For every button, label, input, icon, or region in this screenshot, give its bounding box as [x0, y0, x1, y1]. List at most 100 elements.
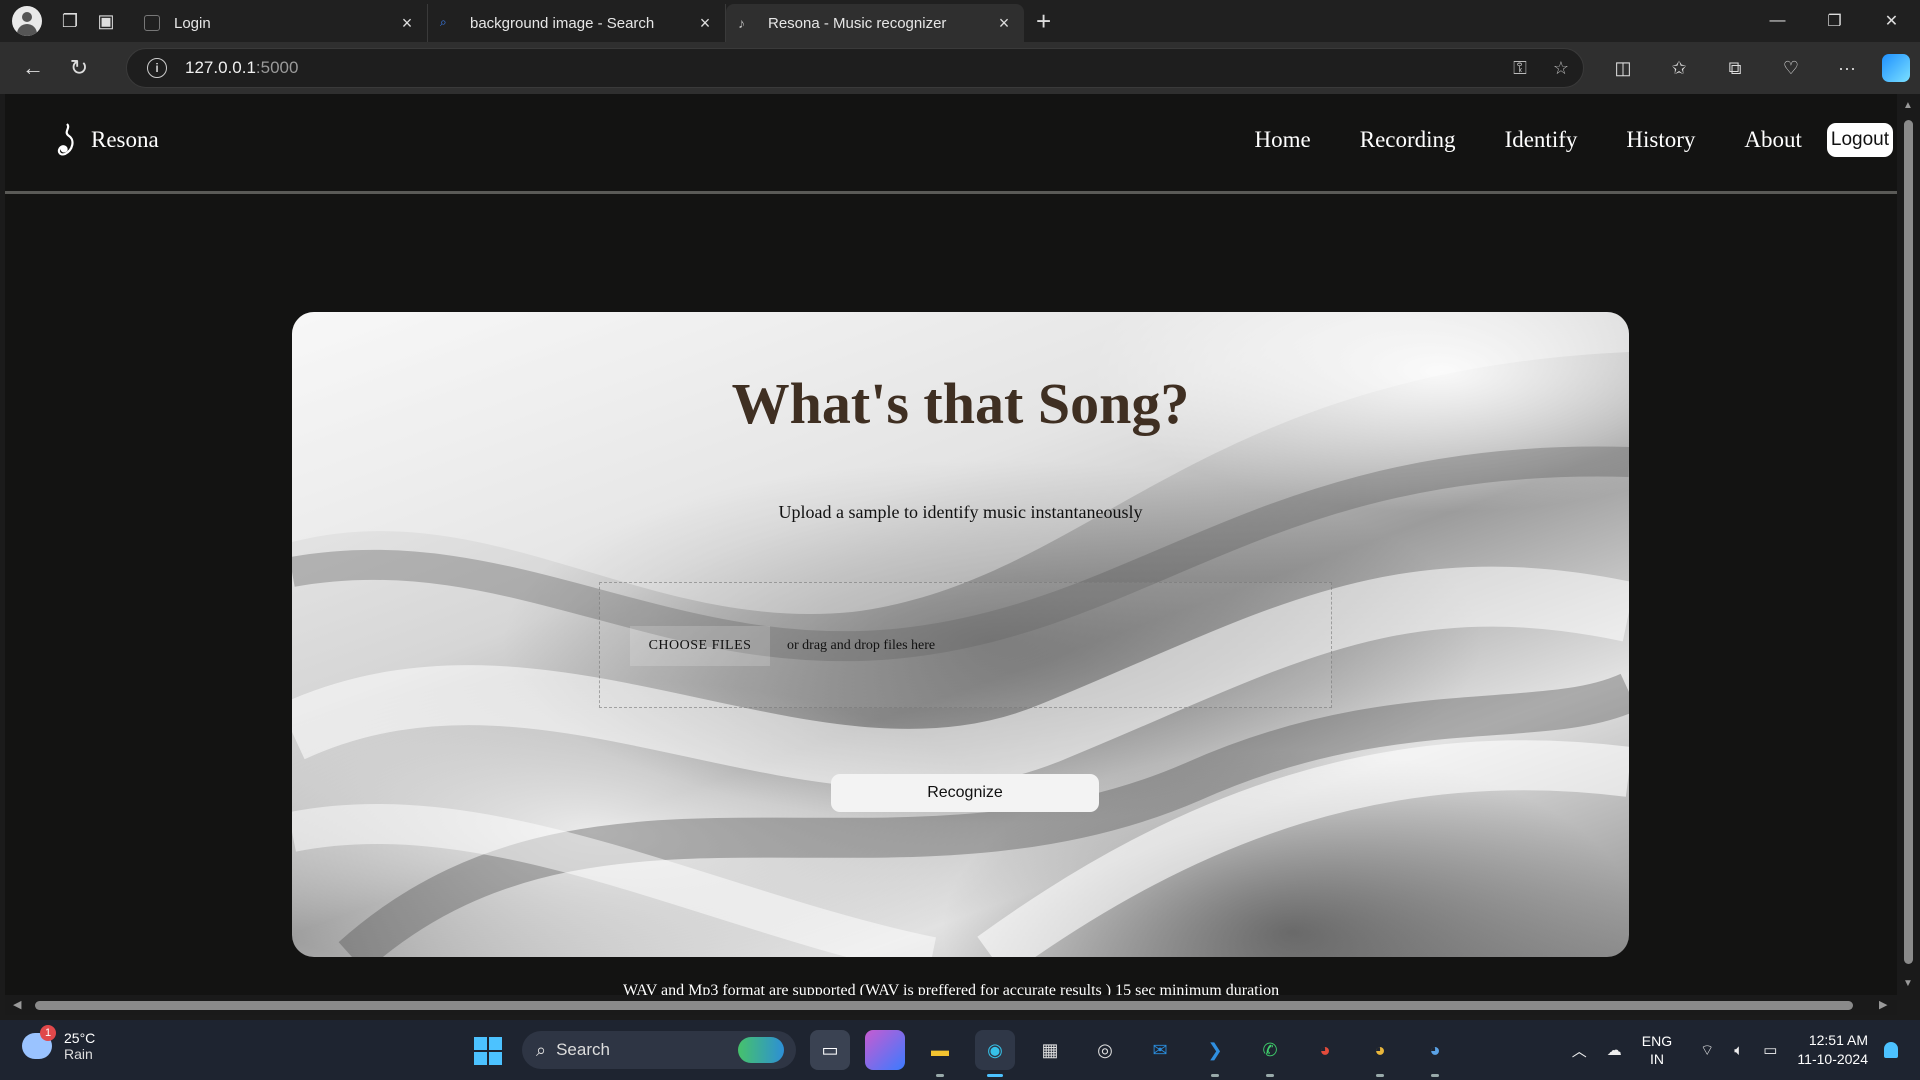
vscode-icon[interactable]: ❯ [1195, 1030, 1235, 1077]
address-bar[interactable]: i 127.0.0.1:5000 ⚿ ☆ [126, 48, 1584, 88]
minimize-icon[interactable]: — [1749, 0, 1806, 42]
scroll-down-icon[interactable]: ▼ [1903, 978, 1913, 989]
site-info-icon[interactable]: i [147, 58, 167, 78]
browser-essentials-icon[interactable]: ♡ [1770, 48, 1812, 88]
back-icon[interactable]: ← [10, 48, 56, 88]
outlook-icon[interactable]: ✉ [1140, 1030, 1180, 1070]
logout-button[interactable]: Logout [1826, 123, 1893, 157]
clock-time: 12:51 AM [1808, 1032, 1868, 1048]
microsoft-store-icon[interactable]: ▦ [1030, 1030, 1070, 1070]
wifi-icon[interactable]: ⌔ [1700, 1041, 1714, 1060]
collections-icon[interactable]: ⧉ [1714, 48, 1756, 88]
nav-history[interactable]: History [1626, 127, 1695, 153]
url-text[interactable]: 127.0.0.1:5000 [185, 58, 298, 78]
whatsapp-icon[interactable]: ✆ [1250, 1030, 1290, 1077]
scroll-up-icon[interactable]: ▲ [1903, 100, 1913, 111]
nav-identify[interactable]: Identify [1505, 127, 1578, 153]
pinned-apps: ▭ ▬ ◉ ▦ ◎ ✉ ❯ ✆ ◕ ◕ ◕ [810, 1030, 1455, 1077]
chrome-profile-d-icon[interactable]: ◕ [1360, 1030, 1400, 1077]
search-label: Search [556, 1040, 610, 1059]
close-window-icon[interactable]: ✕ [1863, 0, 1920, 42]
scroll-right-icon[interactable]: ▶ [1879, 998, 1887, 1011]
tab-title: background image - Search [470, 14, 655, 32]
weather-rain-icon: 1 [22, 1025, 56, 1059]
new-tab-button[interactable]: + [1036, 6, 1051, 37]
refresh-icon[interactable]: ↻ [56, 48, 102, 88]
restore-icon[interactable]: ❐ [1806, 0, 1863, 42]
region-code: IN [1649, 1051, 1664, 1067]
horizontal-scrollbar[interactable]: ◀ ▶ [5, 995, 1897, 1015]
volume-icon[interactable]: 🔈︎ [1734, 1042, 1743, 1059]
clock-date: 11-10-2024 [1797, 1051, 1868, 1067]
chevron-up-icon[interactable]: ︿ [1572, 1040, 1587, 1061]
page-subtitle: Upload a sample to identify music instan… [778, 502, 1143, 522]
favorite-star-icon[interactable]: ☆ [1553, 58, 1569, 79]
window-controls: — ❐ ✕ [1749, 0, 1920, 42]
search-highlight-icon [738, 1037, 784, 1063]
close-icon[interactable]: × [994, 13, 1014, 34]
browser-tools: ◫ ✩ ⧉ ♡ ··· [1602, 48, 1910, 88]
resona-icon: ♪ [738, 15, 745, 31]
notification-bell-icon[interactable] [1884, 1042, 1898, 1058]
drop-hint: or drag and drop files here [787, 638, 936, 653]
clock[interactable]: 12:51 AM 11-10-2024 [1797, 1031, 1868, 1069]
language-code: ENG [1641, 1033, 1673, 1049]
task-view-icon[interactable]: ▭ [810, 1030, 850, 1070]
onedrive-icon[interactable]: ☁ [1607, 1041, 1622, 1059]
choose-files-button[interactable]: CHOOSE FILES [630, 626, 770, 666]
search-icon: ⌕ [440, 15, 447, 29]
edge-browser-icon[interactable]: ◉ [975, 1030, 1015, 1077]
close-icon[interactable]: × [397, 13, 417, 34]
split-screen-icon[interactable]: ◫ [1602, 48, 1644, 88]
close-icon[interactable]: × [695, 13, 715, 34]
copilot-icon[interactable] [1882, 54, 1910, 82]
language-indicator[interactable]: ENG IN [1642, 1032, 1672, 1068]
favorites-icon[interactable]: ✩ [1658, 48, 1700, 88]
music-note-logo-icon [57, 123, 74, 156]
scroll-thumb[interactable] [1904, 120, 1913, 964]
weather-temp: 25°C [64, 1030, 96, 1046]
scroll-thumb[interactable] [35, 1001, 1853, 1010]
site-navbar: Resona Home Recording Identify History A… [5, 94, 1897, 194]
page-title: What's that Song? [731, 371, 1190, 436]
workspaces-icon[interactable]: ❐ [52, 3, 88, 39]
dell-icon[interactable]: ◎ [1085, 1030, 1125, 1070]
scroll-left-icon[interactable]: ◀ [13, 998, 21, 1011]
file-explorer-icon[interactable]: ▬ [920, 1030, 960, 1077]
upload-card: What's that Song? Upload a sample to ide… [292, 312, 1629, 957]
main-menu: Home Recording Identify History About Lo… [1206, 123, 1893, 157]
brand[interactable]: Resona [55, 122, 159, 158]
key-icon[interactable]: ⚿ [1513, 58, 1527, 79]
more-icon[interactable]: ··· [1826, 48, 1868, 88]
file-dropzone[interactable]: CHOOSE FILES or drag and drop files here [599, 582, 1332, 708]
nav-about[interactable]: About [1744, 127, 1802, 153]
windows-taskbar: 1 25°C Rain ⌕ Search ▭ ▬ ◉ ▦ ◎ ✉ ❯ ✆ ◕ ◕… [0, 1020, 1920, 1080]
taskbar-search[interactable]: ⌕ Search [522, 1031, 796, 1069]
tab-actions-icon[interactable]: ▣ [88, 3, 124, 39]
search-icon: ⌕ [536, 1039, 547, 1060]
tab-title: Login [174, 14, 211, 32]
page-viewport: Resona Home Recording Identify History A… [5, 94, 1897, 1000]
profile-icon[interactable] [12, 6, 42, 36]
nav-recording[interactable]: Recording [1360, 127, 1456, 153]
tab-resona[interactable]: ♪ Resona - Music recognizer × [726, 4, 1024, 42]
system-tray: ︿ ☁ ENG IN ⌔ 🔈︎ ▭ 12:51 AM 11-10-2024 [1572, 1020, 1920, 1080]
weather-desc: Rain [64, 1046, 93, 1062]
vertical-scrollbar[interactable]: ▲ ▼ [1897, 94, 1920, 1000]
tab-search[interactable]: ⌕ background image - Search × [428, 4, 726, 42]
page-icon [144, 15, 160, 31]
browser-tab-bar: ❐ ▣ Login × ⌕ background image - Search … [0, 0, 1920, 42]
chrome-icon[interactable]: ◕ [1305, 1030, 1345, 1070]
tab-login[interactable]: Login × [132, 4, 428, 42]
address-toolbar: ← ↻ i 127.0.0.1:5000 ⚿ ☆ ◫ ✩ ⧉ ♡ ··· [0, 42, 1920, 94]
battery-icon[interactable]: ▭ [1763, 1041, 1777, 1059]
tab-title: Resona - Music recognizer [768, 14, 947, 32]
weather-widget[interactable]: 1 25°C Rain [22, 1025, 96, 1062]
chrome-profile-p-icon[interactable]: ◕ [1415, 1030, 1455, 1077]
brand-name: Resona [91, 127, 159, 152]
nav-home[interactable]: Home [1255, 127, 1311, 153]
recognize-button[interactable]: Recognize [831, 774, 1099, 812]
copilot-app-icon[interactable] [865, 1030, 905, 1070]
windows-start-icon[interactable] [474, 1037, 502, 1065]
notification-badge: 1 [40, 1025, 56, 1041]
